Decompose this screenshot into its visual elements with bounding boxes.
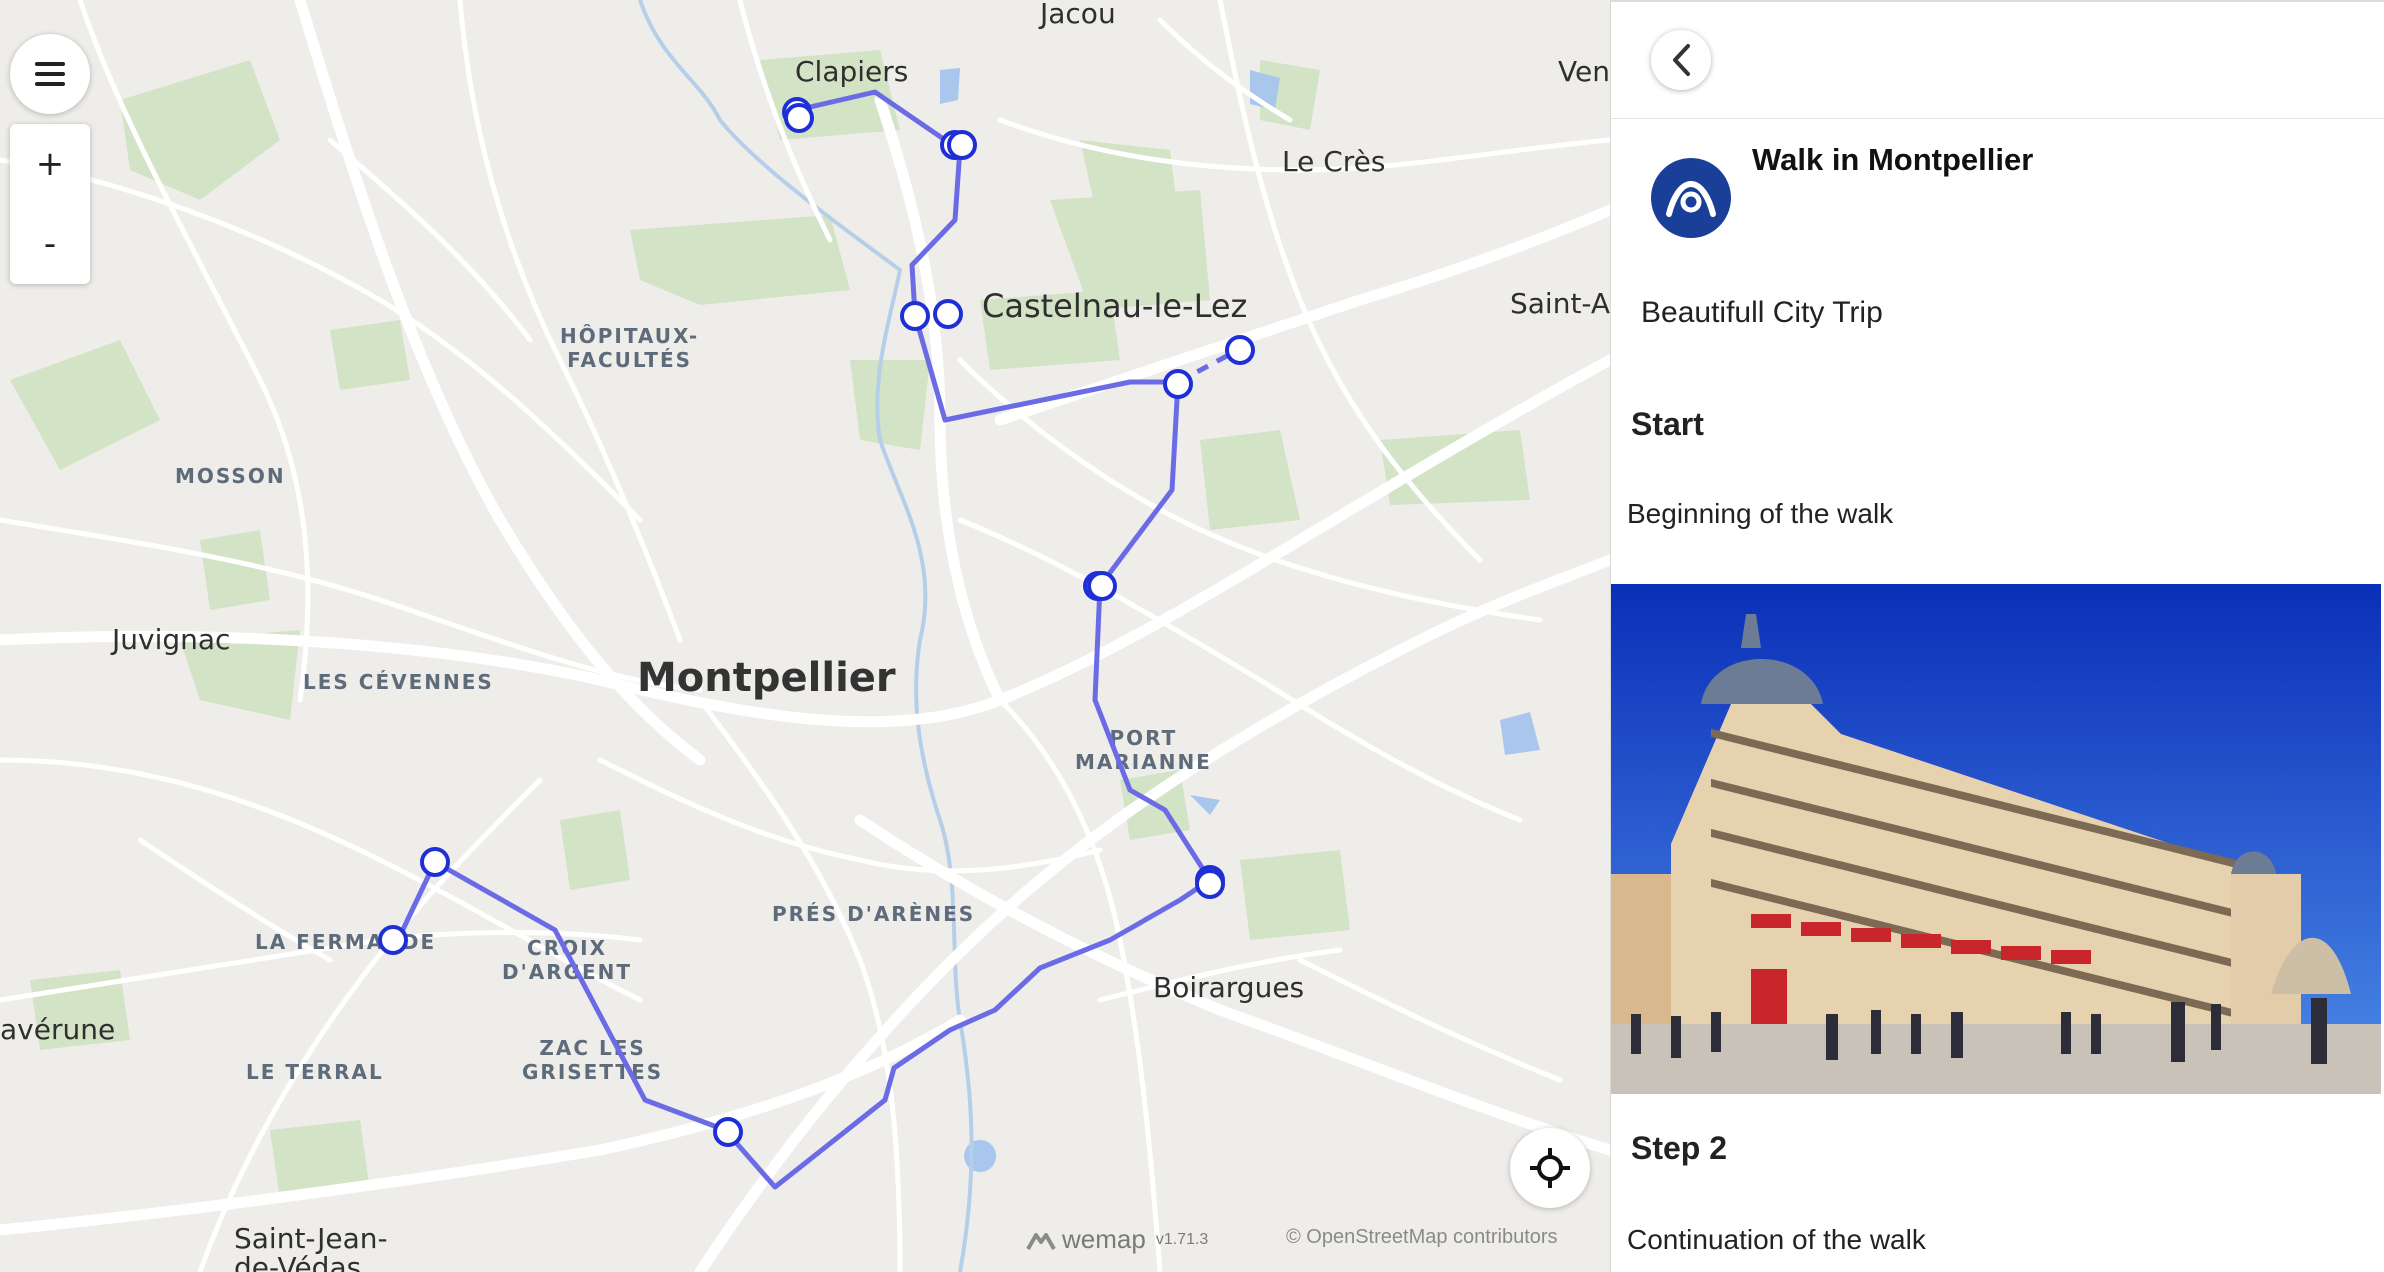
locate-button[interactable] <box>1510 1128 1590 1208</box>
step-text: Continuation of the walk <box>1627 1224 1926 1255</box>
zoom-in-button[interactable]: + <box>10 124 90 204</box>
route-marker <box>933 299 963 329</box>
route-marker <box>784 103 814 133</box>
route-marker <box>900 301 930 331</box>
walk-title: Walk in Montpellier <box>1752 142 2034 177</box>
panel-header <box>1611 0 2384 119</box>
wemap-version: v1.71.3 <box>1155 1230 1209 1248</box>
zoom-control: + - <box>10 124 90 284</box>
step-photo-image <box>1611 584 2381 1094</box>
route-marker <box>1163 369 1193 399</box>
map-view[interactable]: Jacou Clapiers Ven Le Crès Castelnau-le-… <box>0 0 1610 1272</box>
route-overlay <box>378 89 1255 1190</box>
chevron-left-icon <box>1673 44 1690 76</box>
crosshair-locate-icon <box>1530 1148 1570 1188</box>
map-attribution[interactable]: © OpenStreetMap contributors <box>1286 1226 1558 1249</box>
route-marker <box>378 925 408 955</box>
route-marker <box>713 1117 743 1147</box>
zoom-out-button[interactable]: - <box>10 204 90 284</box>
walk-avatar <box>1651 158 1731 238</box>
step-text: Beginning of the walk <box>1627 498 1894 529</box>
route-marker <box>420 847 450 877</box>
walk-side-panel: Walk in Montpellier Beautifull City Trip… <box>1610 0 2384 1272</box>
menu-button[interactable] <box>10 34 90 114</box>
wemap-logo-icon <box>1666 180 1716 217</box>
route-marker <box>1195 869 1225 899</box>
step-photo <box>1611 584 2381 1094</box>
walk-route-line <box>395 89 1213 1190</box>
back-button[interactable] <box>1651 30 1711 90</box>
route-marker <box>1225 335 1255 365</box>
wemap-logo-icon <box>1026 1232 1056 1250</box>
step-title: Start <box>1631 406 1704 442</box>
route-marker <box>947 130 977 160</box>
wemap-brand[interactable]: wemap v1.71.3 <box>1026 1224 1208 1255</box>
hamburger-menu-icon <box>35 62 65 86</box>
walk-description: Beautifull City Trip <box>1641 296 1883 329</box>
step-title: Step 2 <box>1631 1130 1728 1166</box>
wemap-brand-name: wemap <box>1062 1224 1146 1254</box>
route-marker <box>1087 571 1117 601</box>
